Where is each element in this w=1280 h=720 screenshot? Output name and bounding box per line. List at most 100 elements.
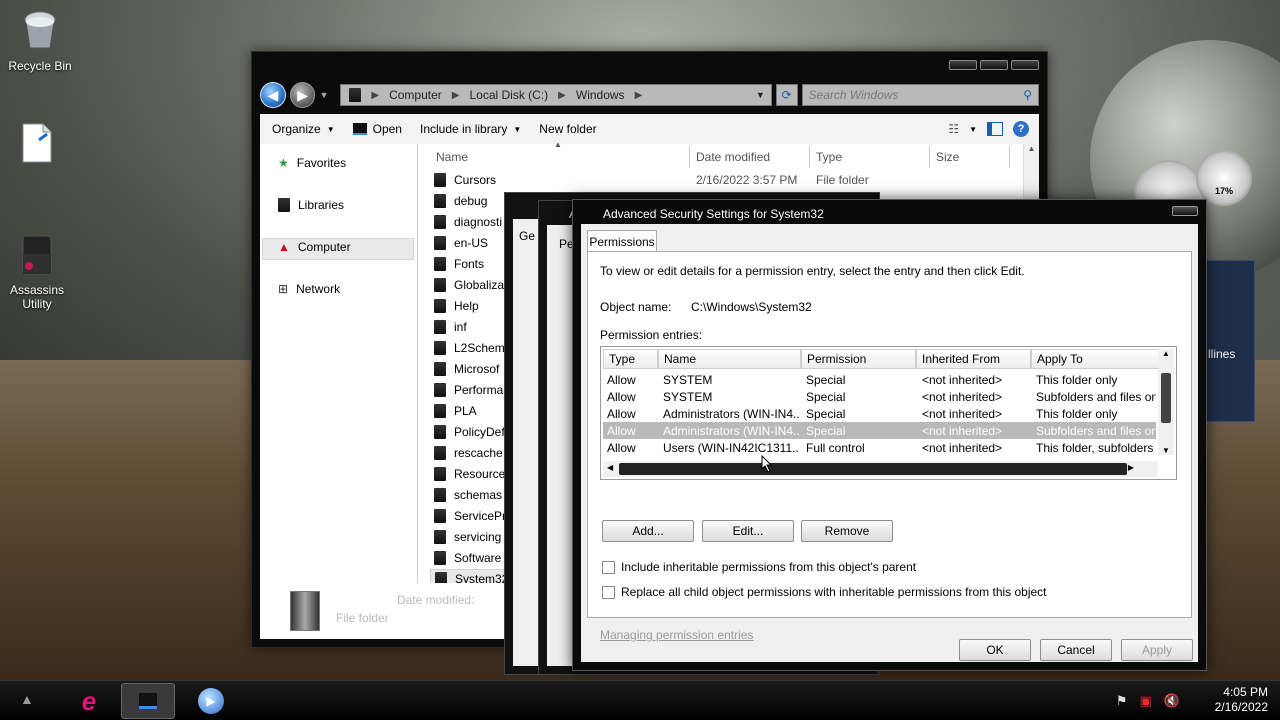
back-button[interactable]: ◀ (260, 82, 286, 108)
table-row[interactable]: Allow SYSTEM Special <not inherited> Thi… (603, 371, 1156, 388)
table-row-selected[interactable]: Allow Administrators (WIN-IN4... Special… (603, 422, 1156, 439)
volume-muted-icon[interactable]: 🔇 (1164, 693, 1180, 709)
scroll-down-icon[interactable]: ▼ (1158, 446, 1174, 455)
scroll-right-icon[interactable]: ▶ (1128, 463, 1134, 472)
breadcrumb-windows[interactable]: Windows (576, 88, 625, 102)
gauge-gadget-memory[interactable]: 17% (1196, 150, 1252, 206)
column-header-permission[interactable]: Permission (801, 349, 916, 369)
breadcrumb-separator-icon[interactable]: ▶ (635, 90, 643, 101)
list-item[interactable]: Globaliza (434, 275, 504, 295)
scroll-up-icon[interactable]: ▲ (1024, 144, 1039, 153)
list-item[interactable]: diagnosti (434, 212, 502, 232)
close-button[interactable] (1172, 206, 1198, 216)
column-header-name[interactable]: Name (430, 146, 690, 168)
maximize-button[interactable] (980, 60, 1008, 70)
clock[interactable]: 4:05 PM 2/16/2022 (1215, 685, 1268, 715)
scrollbar-thumb[interactable] (1161, 373, 1171, 423)
open-button[interactable]: Open (352, 122, 402, 136)
nav-item-favorites[interactable]: ★ Favorites (278, 156, 346, 170)
cancel-button[interactable]: Cancel (1040, 639, 1112, 661)
taskbar-app-media-player[interactable]: ▶ (184, 683, 238, 719)
column-header-apply-to[interactable]: Apply To (1031, 349, 1159, 369)
edit-button[interactable]: Edit... (702, 520, 794, 542)
help-icon[interactable]: ? (1013, 121, 1029, 137)
include-inheritable-checkbox[interactable]: Include inheritable permissions from thi… (602, 560, 916, 574)
list-item[interactable]: Cursors (434, 170, 496, 190)
nav-item-libraries[interactable]: Libraries (278, 198, 344, 212)
breadcrumb-local-disk[interactable]: Local Disk (C:) (469, 88, 548, 102)
remove-button[interactable]: Remove (801, 520, 893, 542)
vertical-scrollbar[interactable]: ▲ ▼ (1158, 349, 1174, 455)
add-button[interactable]: Add... (602, 520, 694, 542)
table-row[interactable]: Allow SYSTEM Special <not inherited> Sub… (603, 388, 1156, 405)
list-item[interactable]: PolicyDef (434, 422, 505, 442)
breadcrumb-computer[interactable]: Computer (389, 88, 442, 102)
column-header-inherited-from[interactable]: Inherited From (916, 349, 1031, 369)
column-header-size[interactable]: Size (930, 146, 1010, 168)
list-item[interactable]: inf (434, 317, 467, 337)
list-item[interactable]: PLA (434, 401, 477, 421)
breadcrumb-separator-icon[interactable]: ▶ (452, 90, 460, 101)
desktop-icon-recycle-bin[interactable]: Recycle Bin (0, 8, 80, 73)
network-status-icon[interactable]: ▣ (1140, 693, 1152, 709)
desktop-icon-shortcut[interactable] (0, 120, 77, 171)
scroll-up-icon[interactable]: ▲ (1158, 349, 1174, 358)
list-item[interactable]: Software (434, 548, 501, 568)
close-button[interactable] (1011, 60, 1039, 70)
taskbar-app-explorer[interactable] (121, 683, 175, 719)
taskbar-app-internet-explorer[interactable]: e (62, 683, 116, 719)
desktop-icon-assassins-utility[interactable]: Assassins Utility (0, 232, 77, 311)
nav-item-computer[interactable]: ▲ Computer (278, 240, 351, 254)
list-item[interactable]: Microsof (434, 359, 499, 379)
scroll-left-icon[interactable]: ◀ (607, 463, 613, 472)
column-header-name[interactable]: Name (658, 349, 801, 369)
ok-button[interactable]: OK (959, 639, 1031, 661)
address-bar[interactable]: ▶ Computer ▶ Local Disk (C:) ▶ Windows ▶… (340, 84, 772, 106)
managing-permissions-link[interactable]: Managing permission entries (600, 628, 753, 642)
forward-button[interactable]: ▶ (289, 82, 316, 108)
list-item[interactable]: servicing (434, 527, 501, 547)
chevron-down-icon[interactable]: ▼ (969, 125, 977, 134)
view-options-icon[interactable]: ☷ (948, 122, 959, 136)
tab-general[interactable]: Ge (519, 229, 535, 243)
checkbox-box[interactable] (602, 585, 615, 599)
list-item[interactable]: L2Schem (434, 338, 505, 358)
list-item[interactable]: schemas (434, 485, 502, 505)
replace-child-permissions-checkbox[interactable]: Replace all child object permissions wit… (602, 585, 1047, 599)
organize-button[interactable]: Organize ▼ (272, 122, 335, 136)
news-gadget[interactable]: llines (1205, 260, 1255, 422)
column-header-type[interactable]: Type (810, 146, 930, 168)
breadcrumb-separator-icon[interactable]: ▶ (371, 90, 379, 101)
table-row[interactable]: Allow Administrators (WIN-IN4... Special… (603, 405, 1156, 422)
search-icon[interactable]: ⚲ (1023, 88, 1032, 102)
breadcrumb-separator-icon[interactable]: ▶ (558, 90, 566, 101)
search-input[interactable]: Search Windows ⚲ (801, 84, 1039, 106)
include-in-library-button[interactable]: Include in library ▼ (420, 122, 521, 136)
preview-pane-icon[interactable] (987, 122, 1003, 136)
new-folder-button[interactable]: New folder (539, 122, 596, 136)
list-item[interactable]: rescache (434, 443, 503, 463)
horizontal-scrollbar[interactable]: ◀ ▶ (603, 461, 1158, 477)
list-item[interactable]: Performa (434, 380, 503, 400)
apply-button[interactable]: Apply (1121, 639, 1193, 661)
permission-entries-table[interactable]: Type Name Permission Inherited From Appl… (600, 346, 1177, 480)
address-dropdown-icon[interactable]: ▼ (756, 90, 765, 100)
recent-pages-chevron-icon[interactable]: ▼ (319, 90, 328, 100)
table-row[interactable]: Allow Users (WIN-IN42IC1311... Full cont… (603, 439, 1156, 456)
list-item[interactable]: Help (434, 296, 479, 316)
refresh-button[interactable]: ⟳ (775, 84, 798, 106)
list-item[interactable]: Resource (434, 464, 505, 484)
checkbox-box[interactable] (602, 560, 615, 574)
tab-permissions[interactable]: Permissions (587, 230, 657, 252)
action-center-flag-icon[interactable]: ⚑ (1116, 693, 1128, 709)
list-item[interactable]: ServicePr (434, 506, 506, 526)
start-button[interactable]: ▲ (20, 691, 34, 707)
column-header-date-modified[interactable]: Date modified (690, 146, 810, 168)
nav-item-network[interactable]: ⊞ Network (278, 282, 340, 296)
minimize-button[interactable] (949, 60, 977, 70)
list-item[interactable]: debug (434, 191, 487, 211)
list-item[interactable]: en-US (434, 233, 488, 253)
list-item[interactable]: Fonts (434, 254, 484, 274)
scrollbar-thumb[interactable] (619, 463, 1127, 475)
column-header-type[interactable]: Type (603, 349, 658, 369)
